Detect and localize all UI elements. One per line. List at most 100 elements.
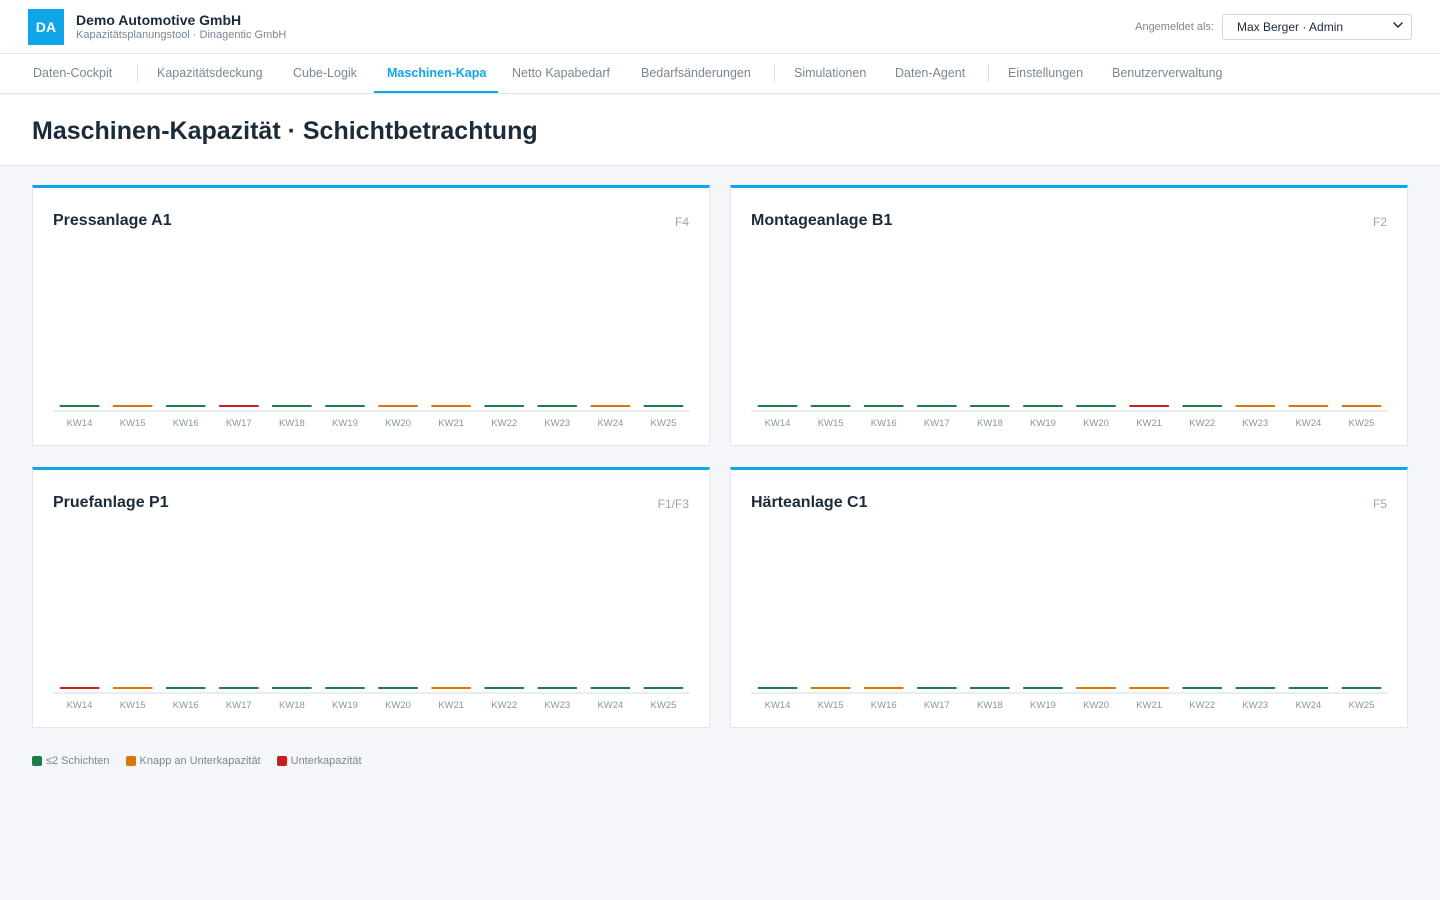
week-bar[interactable] (1129, 687, 1170, 689)
week-bar[interactable] (1182, 687, 1223, 689)
card-tag: F2 (1372, 215, 1387, 229)
week-bar[interactable] (165, 405, 206, 407)
x-tick-label: KW17 (924, 418, 950, 428)
week-bar[interactable] (969, 405, 1010, 407)
week-bar[interactable] (324, 687, 365, 689)
week-bar[interactable] (271, 405, 312, 407)
week-bar[interactable] (1341, 687, 1382, 689)
week-bar[interactable] (271, 687, 312, 689)
week-bar[interactable] (643, 405, 684, 407)
x-tick-label: KW14 (67, 700, 93, 710)
week-bar[interactable] (916, 687, 957, 689)
week-bar[interactable] (1288, 405, 1329, 407)
company-name: Demo Automotive GmbH (76, 12, 242, 28)
shift-chart: KW14 KW15 KW16 KW17 KW18 KW19 KW20 KW21 KW22 KW23… (53, 687, 690, 710)
tab-netto-kapabedarf[interactable]: Netto Kapabedarf (512, 54, 610, 94)
x-tick-label: KW14 (765, 418, 791, 428)
week-bar[interactable] (324, 405, 365, 407)
x-tick-label: KW22 (491, 700, 517, 710)
week-bar[interactable] (431, 687, 472, 689)
week-bar[interactable] (863, 687, 904, 689)
week-bar[interactable] (916, 405, 957, 407)
week-bar[interactable] (165, 687, 206, 689)
user-select[interactable]: Max Berger · Admin (1222, 14, 1412, 40)
shift-chart: KW14 KW15 KW16 KW17 KW18 KW19 KW20 KW21 KW22 KW23… (53, 405, 690, 428)
week-bar[interactable] (1341, 405, 1382, 407)
x-tick-label: KW20 (1083, 418, 1109, 428)
machine-card-pressanlage-a1: Pressanlage A1 F4 KW14 KW15 KW16 KW17 KW18 KW… (32, 185, 710, 446)
week-bar[interactable] (1235, 687, 1276, 689)
x-tick-label: KW22 (1189, 700, 1215, 710)
x-tick-label: KW23 (544, 700, 570, 710)
week-bar[interactable] (59, 405, 100, 407)
x-tick-label: KW19 (1030, 700, 1056, 710)
card-title: Pressanlage A1 (53, 212, 172, 229)
tab-cube-logik[interactable]: Cube-Logik (293, 54, 357, 94)
tab-bedarfsaenderungen[interactable]: Bedarfsänderungen (641, 54, 751, 94)
week-bar[interactable] (969, 687, 1010, 689)
nav-divider (774, 64, 775, 82)
week-bar[interactable] (1235, 405, 1276, 407)
tab-simulationen[interactable]: Simulationen (794, 54, 866, 94)
card-title: Montageanlage B1 (751, 212, 893, 229)
week-bar[interactable] (112, 687, 153, 689)
week-bar[interactable] (1129, 405, 1170, 407)
x-tick-label: KW17 (226, 418, 252, 428)
machine-card-haerteanlage-c1: Härteanlage C1 F5 KW14 KW15 KW16 KW17 KW18 KW… (730, 467, 1408, 728)
card-tag: F5 (1372, 497, 1387, 511)
tab-kapazitaetsdeckung[interactable]: Kapazitätsdeckung (157, 54, 263, 94)
week-bar[interactable] (218, 405, 259, 407)
tab-maschinen-kapa[interactable]: Maschinen-Kapa (387, 54, 486, 94)
week-bar[interactable] (218, 687, 259, 689)
main-nav: Daten-Cockpit Kapazitätsdeckung Cube-Log… (0, 54, 1440, 94)
x-tick-label: KW14 (765, 700, 791, 710)
week-bar[interactable] (59, 687, 100, 689)
chevron-down-icon (1393, 22, 1403, 28)
card-title: Pruefanlage P1 (53, 494, 169, 511)
x-tick-label: KW16 (173, 418, 199, 428)
page-header: Maschinen-Kapazität · Schichtbetrachtung (0, 95, 1440, 166)
week-bar[interactable] (757, 405, 798, 407)
week-bar[interactable] (643, 687, 684, 689)
x-tick-label: KW16 (871, 418, 897, 428)
week-bar[interactable] (1288, 687, 1329, 689)
week-bar[interactable] (590, 405, 631, 407)
week-bar[interactable] (112, 405, 153, 407)
week-bar[interactable] (1022, 687, 1063, 689)
week-bar[interactable] (484, 687, 525, 689)
x-tick-label: KW21 (438, 418, 464, 428)
week-bar[interactable] (863, 405, 904, 407)
x-tick-label: KW18 (977, 418, 1003, 428)
x-tick-label: KW20 (1083, 700, 1109, 710)
x-tick-label: KW21 (1136, 700, 1162, 710)
tab-daten-cockpit[interactable]: Daten-Cockpit (33, 54, 112, 94)
week-bar[interactable] (1182, 405, 1223, 407)
user-select-value: Max Berger · Admin (1237, 20, 1344, 34)
week-bar[interactable] (1076, 687, 1117, 689)
week-bar[interactable] (537, 687, 578, 689)
week-bar[interactable] (810, 405, 851, 407)
week-bar[interactable] (484, 405, 525, 407)
top-bar: DA Demo Automotive GmbH Kapazitätsplanun… (0, 0, 1440, 54)
x-tick-label: KW24 (597, 418, 623, 428)
tab-daten-agent[interactable]: Daten-Agent (895, 54, 965, 94)
nav-divider (988, 64, 989, 82)
x-tick-label: KW15 (120, 418, 146, 428)
week-bar[interactable] (1022, 405, 1063, 407)
week-bar[interactable] (378, 405, 419, 407)
week-bar[interactable] (537, 405, 578, 407)
week-bar[interactable] (378, 687, 419, 689)
x-tick-label: KW19 (1030, 418, 1056, 428)
week-bar[interactable] (757, 687, 798, 689)
x-tick-label: KW16 (871, 700, 897, 710)
tab-einstellungen[interactable]: Einstellungen (1008, 54, 1083, 94)
x-tick-label: KW24 (1295, 700, 1321, 710)
week-bar[interactable] (1076, 405, 1117, 407)
week-bar[interactable] (590, 687, 631, 689)
x-tick-label: KW25 (651, 418, 677, 428)
tab-benutzerverwaltung[interactable]: Benutzerverwaltung (1112, 54, 1222, 94)
week-bar[interactable] (431, 405, 472, 407)
week-bar[interactable] (810, 687, 851, 689)
x-tick-label: KW24 (597, 700, 623, 710)
company-logo: DA (28, 9, 64, 45)
